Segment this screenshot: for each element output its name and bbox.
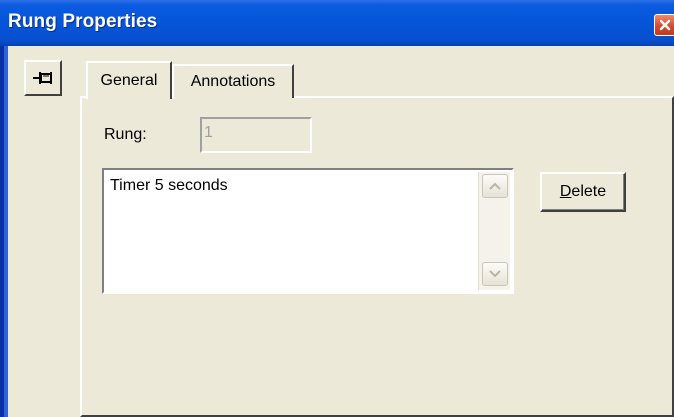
annotation-text: Timer 5 seconds <box>110 177 228 194</box>
tab-general[interactable]: General <box>86 61 172 99</box>
pin-button[interactable] <box>24 60 62 96</box>
window-frame-left-inner <box>4 46 8 417</box>
rung-number-field: 1 <box>200 117 312 153</box>
chevron-up-icon <box>489 182 501 190</box>
rung-label: Rung: <box>104 126 147 143</box>
close-icon <box>659 19 671 31</box>
scroll-up-button[interactable] <box>482 174 508 198</box>
window-title: Rung Properties <box>8 11 158 32</box>
title-bar[interactable]: Rung Properties <box>0 0 674 46</box>
close-button[interactable] <box>654 14 674 36</box>
chevron-down-icon <box>489 270 501 278</box>
tab-annotations-label: Annotations <box>190 73 276 90</box>
delete-button-accel: D <box>559 183 572 200</box>
pin-icon <box>33 72 52 84</box>
delete-button[interactable]: Delete <box>540 172 626 212</box>
delete-button-label: elete <box>571 183 607 200</box>
tab-annotations[interactable]: Annotations <box>172 64 294 98</box>
tab-general-label: General <box>100 72 158 89</box>
scroll-down-button[interactable] <box>482 262 508 286</box>
rung-number-value: 1 <box>204 124 213 141</box>
